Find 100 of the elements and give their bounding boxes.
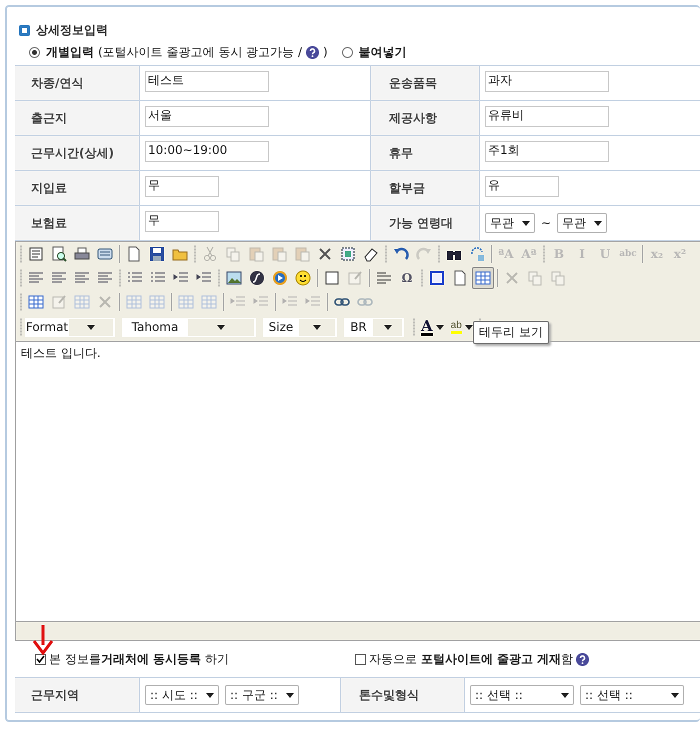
- dropdown[interactable]: Tahoma: [122, 318, 256, 336]
- field-label: 톤수및형식: [340, 678, 465, 713]
- field-label: 차종/연식: [15, 66, 140, 101]
- replace-icon: [469, 246, 485, 262]
- input-field[interactable]: 서울: [145, 106, 269, 127]
- redo-icon: [416, 246, 432, 262]
- printer-icon: [74, 246, 90, 262]
- clipboard-icon: [248, 246, 264, 262]
- radio-label: 붙여넣기: [358, 44, 407, 60]
- dropdown[interactable]: :: 선택 ::: [470, 685, 574, 705]
- undo-icon: [393, 246, 409, 262]
- cross-icon: [504, 270, 520, 286]
- table-icon: [126, 294, 142, 310]
- input-field[interactable]: 10:00~19:00: [145, 141, 269, 162]
- clipboard-icon: [271, 246, 287, 262]
- dropdown[interactable]: 무관: [557, 213, 608, 233]
- field-label: 휴무: [370, 136, 480, 171]
- caret-icon: [313, 324, 321, 330]
- copy-icon: [550, 270, 566, 286]
- option-note: ): [322, 45, 328, 59]
- input-field[interactable]: 유류비: [485, 106, 609, 127]
- field-label: 할부금: [370, 171, 480, 206]
- square-icon: [324, 270, 340, 286]
- cross-icon: [317, 246, 333, 262]
- help-icon[interactable]: [576, 652, 590, 666]
- option-note: (포털사이트 줄광고에 동시 광고가능 /: [98, 44, 302, 60]
- dropdown[interactable]: 무관: [485, 213, 535, 233]
- caret-icon: [561, 692, 569, 698]
- input-field[interactable]: 테스트: [145, 71, 269, 92]
- caret-icon: [286, 692, 294, 698]
- caret-icon: [206, 692, 214, 698]
- copy-icon: [527, 270, 543, 286]
- checkbox[interactable]: [35, 654, 46, 664]
- image-icon: [226, 270, 242, 286]
- caret-icon: [436, 324, 444, 330]
- caret-icon: [384, 324, 392, 330]
- help-icon[interactable]: [306, 46, 319, 58]
- annotation-arrow: [32, 625, 54, 655]
- table-icon: [74, 294, 90, 310]
- input-field[interactable]: 주1회: [485, 141, 609, 162]
- page-icon: [452, 270, 468, 286]
- checkbox-label: 자동으로 포털사이트에 줄광고 게재함: [369, 650, 574, 668]
- checkbox-label: 본 정보를거래처에 동시등록 하기: [49, 650, 229, 668]
- caret-icon: [464, 324, 473, 330]
- stack-icon: [97, 246, 113, 262]
- caret-icon: [594, 220, 602, 226]
- caret-icon: [671, 692, 679, 698]
- field-label: 근무지역: [15, 678, 140, 713]
- dropdown[interactable]: Format: [25, 318, 115, 336]
- dropdown[interactable]: :: 시도 ::: [145, 685, 219, 705]
- table-icon: [28, 294, 44, 310]
- play-icon: [272, 270, 288, 286]
- table-icon: [201, 294, 217, 310]
- dropdown[interactable]: :: 구군 ::: [225, 685, 299, 705]
- dotted-frame-icon: [340, 246, 356, 262]
- page-icon: [126, 246, 142, 262]
- section-title: 상세정보입력: [36, 22, 108, 38]
- checkbox[interactable]: [355, 654, 366, 664]
- toolbar-button[interactable]: Ω: [396, 267, 418, 289]
- frame-icon: [429, 270, 445, 286]
- font-color-button[interactable]: A: [418, 318, 447, 336]
- eraser-icon: [363, 246, 379, 262]
- caret-icon: [522, 220, 530, 226]
- field-label: 제공사항: [370, 101, 480, 136]
- magnifier-icon: [51, 246, 67, 262]
- tooltip: 테두리 보기: [473, 321, 549, 344]
- cross-icon: [97, 294, 113, 310]
- clipboard-icon: [294, 246, 310, 262]
- radio-button[interactable]: [342, 46, 353, 58]
- copy-icon: [225, 246, 241, 262]
- range-separator: ~: [541, 216, 552, 230]
- source-icon: [28, 246, 44, 262]
- input-field[interactable]: 무: [145, 211, 219, 232]
- input-field[interactable]: 유: [485, 176, 559, 197]
- input-field[interactable]: 과자: [485, 71, 609, 92]
- smiley-icon: [295, 270, 311, 286]
- input-field[interactable]: 무: [145, 176, 219, 197]
- scissors-icon: [202, 246, 218, 262]
- dropdown[interactable]: BR: [344, 318, 404, 336]
- dropdown[interactable]: Size: [263, 318, 337, 336]
- table-icon: [178, 294, 194, 310]
- caret-icon: [217, 324, 225, 330]
- field-label: 가능 연령대: [370, 206, 480, 241]
- flash-icon: [249, 270, 265, 286]
- field-label: 운송품목: [370, 66, 480, 101]
- pencil-icon: [347, 270, 363, 286]
- rule-icon: [376, 270, 392, 286]
- dropdown[interactable]: :: 선택 ::: [580, 685, 684, 705]
- radio-button[interactable]: [29, 46, 40, 58]
- editor-text: 테스트 입니다.: [21, 346, 101, 360]
- radio-label: 개별입력: [46, 44, 94, 60]
- caret-icon: [87, 324, 95, 330]
- table-icon: [475, 270, 491, 286]
- bullet-icon: [19, 24, 30, 36]
- floppy-icon: [149, 246, 165, 262]
- pencil-icon: [51, 294, 67, 310]
- field-label: 근무시간(상세): [15, 136, 140, 171]
- field-label: 출근지: [15, 101, 140, 136]
- table-icon: [149, 294, 165, 310]
- field-label: 보험료: [15, 206, 140, 241]
